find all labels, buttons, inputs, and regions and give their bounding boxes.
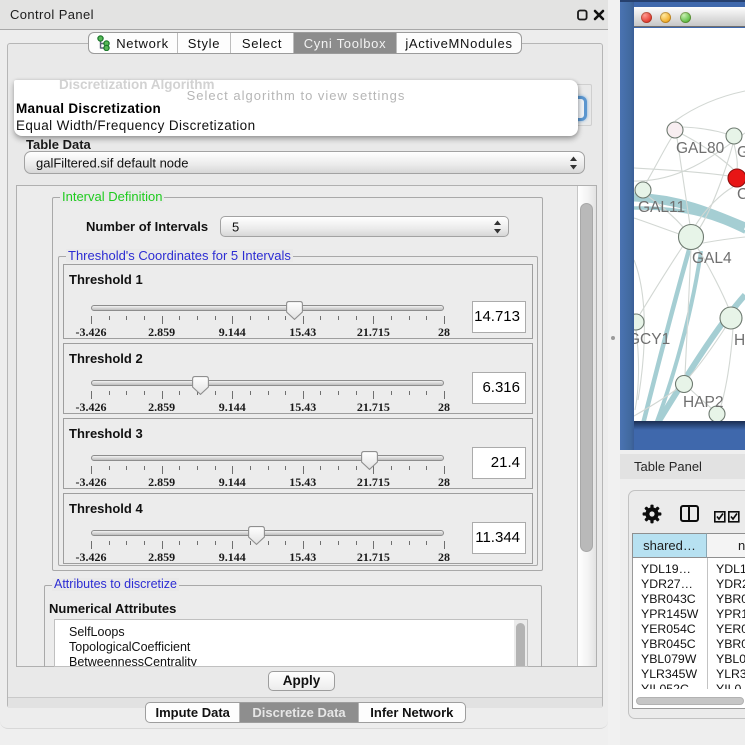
svg-text:GAL80: GAL80	[676, 140, 725, 157]
svg-text:GAL11: GAL11	[638, 199, 685, 216]
svg-text:GA: GA	[737, 144, 745, 161]
svg-text:GAL4: GAL4	[692, 250, 732, 267]
svg-text:C: C	[737, 186, 745, 203]
svg-text:HI: HI	[734, 332, 745, 349]
svg-text:GCY1: GCY1	[634, 331, 670, 348]
svg-text:HAP2: HAP2	[683, 394, 724, 411]
